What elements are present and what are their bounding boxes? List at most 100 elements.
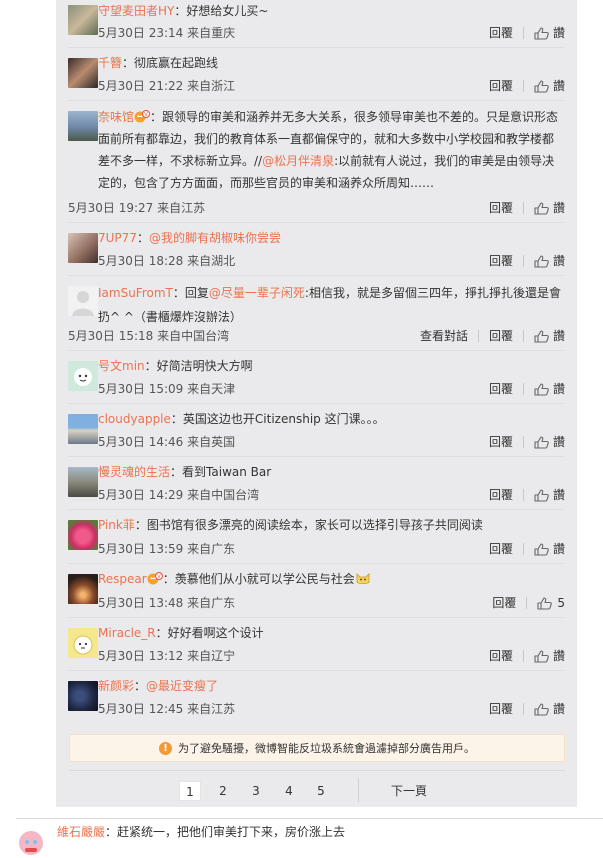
reply-button[interactable]: 回覆 [489, 540, 513, 558]
divider [358, 778, 359, 802]
timestamp: 5月30日 13:59 [98, 542, 184, 556]
like-button[interactable]: 讚 [553, 24, 565, 42]
comment-item: Pink菲：图书馆有很多漂亮的阅读绘本，家长可以选择引导孩子共同阅读 5月30日… [68, 510, 565, 564]
thumbs-up-icon[interactable] [534, 543, 549, 556]
source: 来自英国 [187, 435, 236, 449]
page-4-button[interactable]: 4 [278, 781, 300, 801]
reply-button[interactable]: 回覆 [489, 700, 513, 718]
divider [522, 650, 524, 662]
comment-text: 彻底赢在起跑线 [134, 56, 219, 70]
divider [522, 489, 524, 501]
like-button[interactable]: 讚 [553, 327, 565, 345]
source: 来自江苏 [187, 702, 236, 716]
page-1-button[interactable]: 1 [179, 781, 201, 801]
svg-text:V: V [144, 112, 148, 118]
username[interactable]: 守望麦田者HY [98, 4, 174, 18]
avatar[interactable] [68, 5, 98, 35]
avatar[interactable] [68, 467, 98, 497]
timestamp: 5月30日 12:45 [98, 702, 184, 716]
page-3-button[interactable]: 3 [245, 781, 267, 801]
comment-item: 維石嚴嚴：赶紧统一，把他们审美打下来，房价涨上去 [16, 818, 603, 858]
username[interactable]: 7UP77 [98, 231, 137, 245]
thumbs-up-icon[interactable] [534, 383, 549, 396]
thumbs-up-icon[interactable] [534, 255, 549, 268]
like-button[interactable]: 讚 [553, 700, 565, 718]
reply-button[interactable]: 回覆 [489, 433, 513, 451]
reply-button[interactable]: 回覆 [489, 380, 513, 398]
like-button[interactable]: 讚 [553, 540, 565, 558]
page-2-button[interactable]: 2 [212, 781, 234, 801]
thumbs-up-icon[interactable] [534, 489, 549, 502]
like-button[interactable]: 讚 [553, 380, 565, 398]
username[interactable]: IamSuFromT [98, 286, 173, 300]
thumbs-up-icon[interactable] [534, 27, 549, 40]
reply-button[interactable]: 回覆 [489, 77, 513, 95]
username[interactable]: cloudyapple [98, 412, 171, 426]
source: 来自广东 [187, 596, 236, 610]
username[interactable]: Pink菲 [98, 518, 135, 532]
like-button[interactable]: 讚 [553, 252, 565, 270]
username[interactable]: Respear [98, 572, 147, 586]
avatar[interactable] [68, 58, 98, 88]
thumbs-up-icon[interactable] [534, 330, 549, 343]
avatar[interactable] [68, 233, 98, 263]
reply-button[interactable]: 回覆 [489, 252, 513, 270]
avatar[interactable] [68, 681, 98, 711]
avatar[interactable] [68, 111, 98, 141]
avatar[interactable] [16, 828, 46, 858]
username[interactable]: Miracle_R [98, 626, 156, 640]
divider [477, 330, 479, 342]
like-button[interactable]: 讚 [553, 433, 565, 451]
like-button[interactable]: 讚 [553, 77, 565, 95]
thumbs-up-icon[interactable] [534, 202, 549, 215]
reply-button[interactable]: 回覆 [492, 594, 516, 612]
username[interactable]: 新颜彩 [98, 679, 134, 693]
avatar[interactable] [68, 361, 98, 391]
reply-button[interactable]: 回覆 [489, 327, 513, 345]
reply-button[interactable]: 回覆 [489, 199, 513, 217]
timestamp: 5月30日 14:29 [98, 488, 184, 502]
reply-button[interactable]: 回覆 [489, 24, 513, 42]
reply-button[interactable]: 回覆 [489, 486, 513, 504]
avatar[interactable] [68, 574, 98, 604]
mention-link[interactable]: @最近变瘦了 [146, 679, 218, 693]
avatar[interactable] [68, 520, 98, 550]
comment-item: 千簪：彻底赢在起跑线 5月30日 21:22 来自浙江 回覆讚 [68, 48, 565, 101]
avatar[interactable] [68, 628, 98, 658]
view-conversation-button[interactable]: 查看對話 [420, 327, 468, 345]
username[interactable]: 慢灵魂的生活 [98, 465, 170, 479]
like-count[interactable]: 5 [557, 594, 565, 612]
comment-item: 新颜彩：@最近变瘦了 5月30日 12:45 来自江苏 回覆讚 [68, 671, 565, 723]
thumbs-up-icon[interactable] [534, 436, 549, 449]
comment-text: 好好看啊这个设计 [167, 626, 264, 640]
divider [522, 383, 524, 395]
notice-text: 为了避免騷擾，微博智能反垃圾系統會過濾掉部分廣告用戶。 [178, 742, 475, 755]
username[interactable]: 号文min [98, 359, 145, 373]
timestamp: 5月30日 15:09 [98, 382, 184, 396]
username[interactable]: 千簪 [98, 56, 122, 70]
avatar[interactable] [68, 286, 98, 316]
cartoon-avatar-icon [74, 368, 92, 386]
username[interactable]: 維石嚴嚴 [57, 825, 105, 839]
comment-item: 7UP77：@我的脚有胡椒味你尝尝 5月30日 18:28 来自湖北 回覆讚 [68, 223, 565, 276]
like-button[interactable]: 讚 [553, 199, 565, 217]
source: 来自江苏 [157, 201, 206, 215]
thumbs-up-icon[interactable] [537, 597, 552, 610]
comment-item: 慢灵魂的生活：看到Taiwan Bar 5月30日 14:29 来自中国台湾 回… [68, 457, 565, 510]
like-button[interactable]: 讚 [553, 486, 565, 504]
avatar[interactable] [68, 414, 98, 444]
comment-text: 羡慕他们从小就可以学公民与社会 [174, 572, 355, 586]
page-5-button[interactable]: 5 [310, 781, 332, 801]
thumbs-up-icon[interactable] [534, 650, 549, 663]
source: 来自天津 [187, 382, 236, 396]
source: 来自辽宁 [187, 649, 236, 663]
thumbs-up-icon[interactable] [534, 80, 549, 93]
mention-link[interactable]: @我的脚有胡椒味你尝尝 [149, 231, 281, 245]
reply-button[interactable]: 回覆 [489, 647, 513, 665]
next-page-button[interactable]: 下一頁 [391, 781, 427, 801]
like-button[interactable]: 讚 [553, 647, 565, 665]
thumbs-up-icon[interactable] [534, 703, 549, 716]
username[interactable]: 奈味馆 [98, 110, 134, 124]
mention-link[interactable]: @尽量一辈子闲死 [209, 286, 305, 300]
mention-link[interactable]: @松月伴清泉 [262, 154, 334, 168]
